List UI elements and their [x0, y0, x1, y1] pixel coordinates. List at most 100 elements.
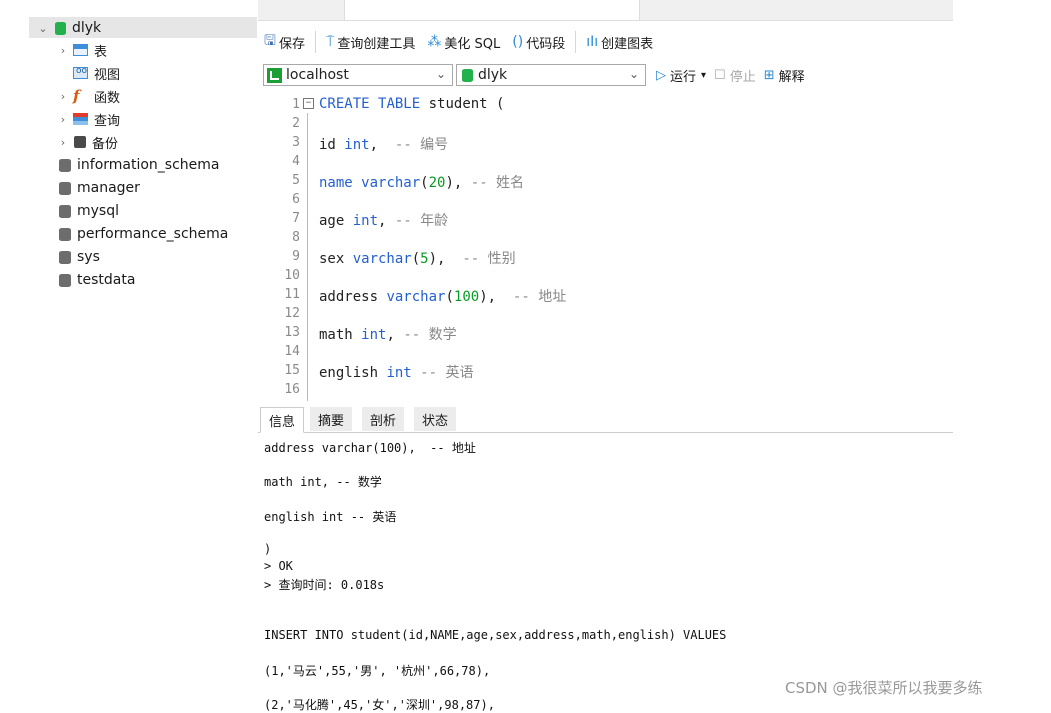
- database-select[interactable]: dlyk ⌄: [456, 64, 646, 86]
- tree-item-label: mysql: [77, 203, 119, 219]
- line-number: 8: [292, 230, 300, 245]
- code-line-7: age int, -- 年龄: [319, 213, 449, 229]
- tree-item-backups[interactable]: › 备份: [57, 131, 118, 153]
- tree-item-label: information_schema: [77, 157, 220, 173]
- database-icon: [59, 273, 71, 287]
- result-tabstrip: 信息 摘要 剖析 状态: [258, 405, 953, 433]
- toolbar-divider: [575, 31, 577, 53]
- create-chart-button[interactable]: ıIı 创建图表: [580, 29, 659, 55]
- line-number: 1: [292, 97, 300, 112]
- query-builder-button[interactable]: ⍑ 查询创建工具: [320, 29, 421, 55]
- tree-item-database[interactable]: sys: [59, 246, 100, 268]
- code-line-3: id int, -- 编号: [319, 137, 449, 153]
- chevron-right-icon[interactable]: ›: [57, 136, 69, 149]
- sql-editor[interactable]: − 1 2 3 4 5 6 7 8 9 10 11 12 13 14 15 16…: [258, 94, 953, 401]
- line-number: 13: [284, 325, 300, 340]
- log-line: (2,'马化腾',45,'女','深圳',98,87),: [264, 698, 495, 712]
- line-number: 11: [284, 287, 300, 302]
- query-editor-panel: 🖫 保存 ⍑ 查询创建工具 ⁂ 美化 SQL () 代码段 ıIı 创建图表 l…: [258, 0, 953, 712]
- toolbar-divider: [314, 31, 316, 53]
- save-button[interactable]: 🖫 保存: [258, 29, 311, 55]
- code-line-9: sex varchar(5), -- 性别: [319, 251, 516, 267]
- tree-item-database[interactable]: manager: [59, 177, 140, 199]
- connection-bar: localhost ⌄ dlyk ⌄ ▷ 运行 ▾ ☐ 停止 ⊞ 解释: [258, 62, 805, 88]
- run-button[interactable]: ▷ 运行 ▾: [656, 66, 706, 85]
- database-icon: [462, 68, 473, 82]
- tab-profile[interactable]: 剖析: [362, 407, 405, 431]
- code-line-15: english int -- 英语: [319, 365, 474, 381]
- dropdown-arrow-icon[interactable]: ▾: [701, 70, 706, 81]
- connection-select[interactable]: localhost ⌄: [263, 64, 453, 86]
- tab-summary[interactable]: 摘要: [310, 407, 353, 431]
- line-number: 5: [292, 173, 300, 188]
- tree-item-database[interactable]: testdata: [59, 269, 135, 291]
- chevron-down-icon[interactable]: ⌄: [37, 22, 49, 35]
- tree-item-dlyk[interactable]: ⌄ dlyk: [37, 17, 101, 39]
- database-icon: [59, 158, 71, 172]
- stop-button[interactable]: ☐ 停止: [714, 66, 756, 85]
- explain-button[interactable]: ⊞ 解释: [764, 66, 805, 85]
- tree-item-database[interactable]: information_schema: [59, 154, 220, 176]
- watermark: CSDN @我很菜所以我要多练: [785, 679, 983, 697]
- database-icon: [59, 250, 71, 264]
- chevron-down-icon: ⌄: [435, 67, 446, 81]
- connection-icon: [267, 67, 282, 83]
- backup-icon: [74, 136, 86, 148]
- tree-item-label: 查询: [94, 113, 121, 129]
- line-number: 7: [292, 211, 300, 226]
- editor-toolbar: 🖫 保存 ⍑ 查询创建工具 ⁂ 美化 SQL () 代码段 ıIı 创建图表: [258, 27, 659, 57]
- beautify-sql-button[interactable]: ⁂ 美化 SQL: [421, 29, 506, 55]
- tree-item-label: performance_schema: [77, 226, 229, 242]
- tree-item-label: manager: [77, 180, 140, 196]
- line-number: 3: [292, 135, 300, 150]
- tree-item-database[interactable]: performance_schema: [59, 223, 228, 245]
- line-number: 15: [284, 363, 300, 378]
- navigator-sidebar: ⌄ dlyk › 表 视图 › f 函数 › 查询 › 备份 informati…: [0, 0, 258, 706]
- explain-icon: ⊞: [763, 67, 775, 83]
- code-line-1: CREATE TABLE student (: [319, 96, 505, 112]
- tree-item-label: sys: [77, 249, 100, 265]
- database-icon: [59, 204, 71, 218]
- function-icon: f: [73, 87, 80, 105]
- line-number: 10: [284, 268, 300, 283]
- code-snippet-button[interactable]: () 代码段: [506, 29, 571, 55]
- tree-item-label: dlyk: [72, 20, 102, 36]
- tree-item-label: testdata: [77, 272, 136, 288]
- log-line: english int -- 英语: [264, 510, 397, 524]
- tree-item-tables[interactable]: › 表: [57, 39, 107, 61]
- database-icon: [59, 181, 71, 195]
- tree-item-queries[interactable]: › 查询: [57, 108, 120, 130]
- tab-message[interactable]: 信息: [260, 407, 305, 433]
- log-line: math int, -- 数学: [264, 475, 382, 489]
- indent-guide: [307, 113, 308, 401]
- tree-item-label: 函数: [94, 90, 121, 106]
- tree-item-views[interactable]: 视图: [57, 62, 120, 84]
- chevron-right-icon[interactable]: ›: [57, 90, 69, 103]
- line-number: 16: [284, 382, 300, 397]
- line-number: 6: [292, 192, 300, 207]
- log-line: address varchar(100), -- 地址: [264, 441, 476, 455]
- chevron-right-icon[interactable]: ›: [57, 44, 69, 57]
- tree-item-label: 备份: [92, 136, 119, 152]
- tree-item-functions[interactable]: › f 函数: [57, 85, 120, 107]
- stop-icon: ☐: [714, 67, 726, 83]
- log-line: > 查询时间: 0.018s: [264, 578, 385, 592]
- line-number: 14: [284, 344, 300, 359]
- code-line-11: address varchar(100), -- 地址: [319, 289, 567, 305]
- tree-item-database[interactable]: mysql: [59, 200, 119, 222]
- chevron-down-icon: ⌄: [628, 67, 639, 81]
- line-number: 4: [292, 154, 300, 169]
- line-number: 2: [292, 116, 300, 131]
- magic-wand-icon: ⁂: [427, 34, 442, 50]
- chevron-right-icon[interactable]: ›: [57, 113, 69, 126]
- active-editor-tab[interactable]: [344, 0, 640, 20]
- fold-toggle-icon[interactable]: −: [303, 98, 314, 109]
- log-line: INSERT INTO student(id,NAME,age,sex,addr…: [264, 628, 727, 642]
- bar-chart-icon: ıIı: [586, 34, 599, 50]
- table-icon: [73, 44, 88, 56]
- tab-status[interactable]: 状态: [414, 407, 457, 431]
- filter-icon: ⍑: [325, 34, 335, 50]
- view-icon: [73, 66, 88, 79]
- parentheses-icon: (): [512, 34, 524, 50]
- line-number: 9: [292, 249, 300, 264]
